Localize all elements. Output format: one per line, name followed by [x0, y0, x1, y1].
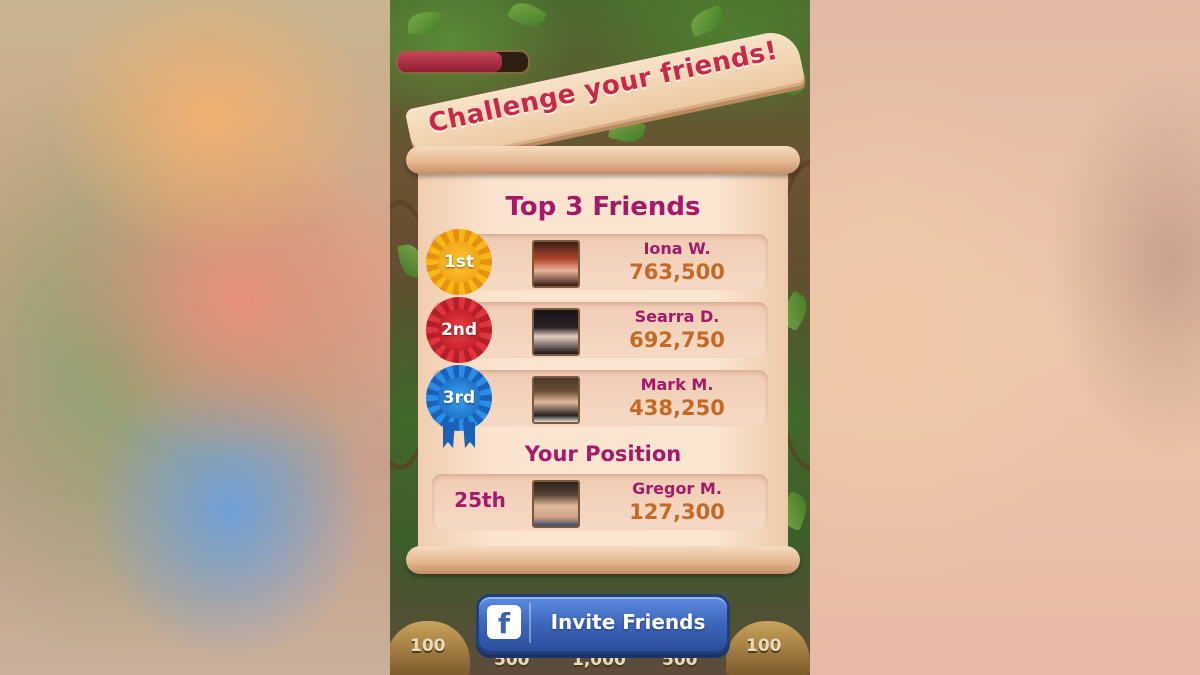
gold-ribbon-icon: 1st [426, 229, 492, 295]
pot-value: 100 [746, 636, 782, 656]
blurred-background-left [0, 0, 390, 675]
pot-value: 100 [410, 636, 446, 656]
player-score: 127,300 [629, 500, 725, 524]
red-ribbon-icon: 2nd [426, 297, 492, 363]
avatar [532, 308, 580, 356]
blurred-background-right [810, 0, 1200, 675]
friend-score: 763,500 [629, 260, 725, 284]
leaderboard-row-1[interactable]: 1st Iona W. 763,500 [426, 229, 768, 295]
button-divider [529, 603, 531, 643]
avatar [532, 480, 580, 528]
scroll-rod-bottom [406, 546, 800, 574]
leaderboard-row-3[interactable]: 3rd Mark M. 438,250 [426, 365, 768, 448]
friend-name: Iona W. [643, 239, 711, 258]
leaderboard-row-2[interactable]: 2nd Searra D. 692,750 [426, 297, 768, 363]
invite-friends-label: Invite Friends [550, 610, 706, 634]
leaderboard-title: Top 3 Friends [505, 192, 701, 222]
friend-name: Searra D. [634, 307, 720, 326]
your-position-title: Your Position [524, 442, 682, 466]
friend-name: Mark M. [640, 375, 714, 394]
avatar [532, 376, 580, 424]
friend-score: 692,750 [629, 328, 725, 352]
avatar [532, 240, 580, 288]
leaf-decoration [506, 0, 548, 34]
game-screen: Challenge your friends! Top 3 Friends 1s… [390, 0, 810, 675]
leaderboard-scroll: Top 3 Friends 1st Iona W. 763,500 2nd Se… [406, 146, 800, 574]
scroll-rod-top [406, 146, 800, 174]
your-rank: 25th [454, 488, 506, 512]
rank-label: 1st [438, 241, 480, 283]
invite-friends-button[interactable]: f Invite Friends [476, 594, 730, 654]
your-position-row[interactable]: 25th Gregor M. 127,300 [432, 474, 768, 530]
leaf-decoration [408, 12, 442, 34]
facebook-icon: f [487, 605, 521, 639]
rank-label: 3rd [438, 377, 480, 419]
player-name: Gregor M. [632, 479, 722, 498]
friend-score: 438,250 [629, 396, 725, 420]
rank-label: 2nd [438, 309, 480, 351]
